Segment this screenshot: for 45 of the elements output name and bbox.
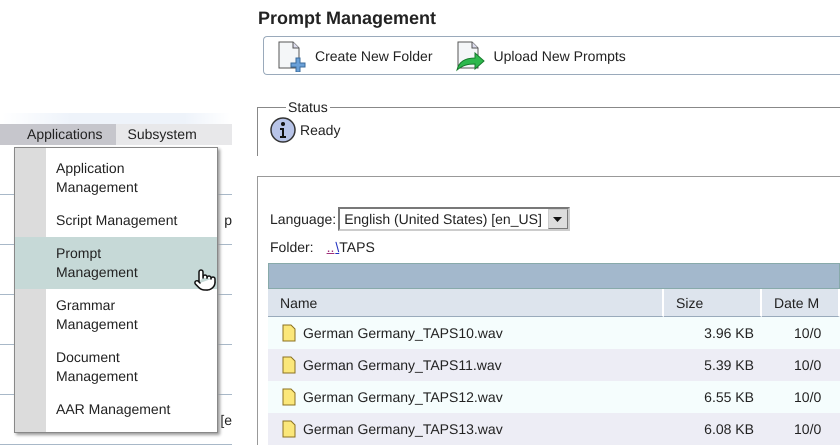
menu-item[interactable]: Applications <box>0 124 116 145</box>
language-select[interactable]: English (United States) [en_US] <box>338 207 570 231</box>
file-icon <box>282 388 296 406</box>
dropdown-item[interactable]: Application Management <box>15 152 217 204</box>
info-icon <box>270 117 296 143</box>
folder-label: Folder: <box>270 239 314 255</box>
dropdown-item[interactable]: Prompt Management <box>15 237 217 289</box>
dropdown-arrow-icon <box>553 216 562 222</box>
folder-name: TAPS <box>339 239 375 255</box>
file-icon <box>282 356 296 374</box>
table-cell: 10/0 <box>762 413 840 445</box>
new-document-icon <box>276 40 308 72</box>
table-cell: German Germany_TAPS11.wav <box>268 349 664 381</box>
table-cell: German Germany_TAPS10.wav <box>268 317 664 349</box>
table-cell: 3.96 KB <box>664 317 762 349</box>
table-cell: 10/0 <box>762 349 840 381</box>
page-text-fragment: [e <box>220 412 232 428</box>
column-header[interactable]: Size <box>664 289 762 317</box>
status-text: Ready <box>300 122 340 138</box>
table-cell: 6.55 KB <box>664 381 762 413</box>
table-cell: German Germany_TAPS12.wav <box>268 381 664 413</box>
dropdown-item[interactable]: Script Management <box>15 204 217 237</box>
table-cell: 5.39 KB <box>664 349 762 381</box>
dropdown-item[interactable]: Document Management <box>15 341 217 393</box>
table-cell: 10/0 <box>762 381 840 413</box>
toolbar-button[interactable]: Upload New Prompts <box>454 40 626 72</box>
file-icon <box>282 324 296 342</box>
menu-item[interactable]: Subsystem <box>116 124 210 145</box>
dropdown-item[interactable]: AAR Management <box>15 393 217 426</box>
file-icon <box>282 420 296 438</box>
status-legend: Status <box>286 99 330 115</box>
column-header[interactable]: Name <box>268 289 664 317</box>
toolbar-button[interactable]: Create New Folder <box>276 40 432 72</box>
parent-folder-link[interactable]: .. <box>326 239 334 255</box>
upload-document-icon <box>454 40 486 72</box>
table-cell: 10/0 <box>762 317 840 349</box>
hand-cursor-icon <box>193 268 217 292</box>
page-title: Prompt Management <box>258 8 438 30</box>
table-cell: 6.08 KB <box>664 413 762 445</box>
table-cell: German Germany_TAPS13.wav <box>268 413 664 445</box>
language-label: Language: <box>270 211 336 227</box>
page-text-fragment: p <box>224 212 232 228</box>
path-separator-link[interactable]: \ <box>335 239 340 255</box>
column-header[interactable]: Date M <box>762 289 840 317</box>
dropdown-item[interactable]: Grammar Management <box>15 289 217 341</box>
